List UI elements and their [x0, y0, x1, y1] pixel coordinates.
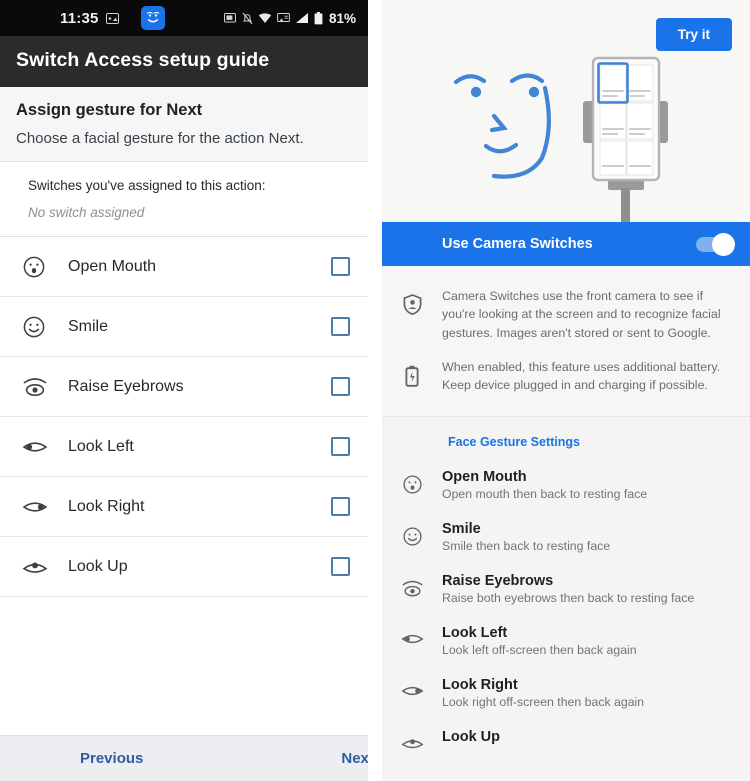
status-bar: 11:35 81% [0, 0, 368, 36]
setting-title: Smile [442, 520, 481, 537]
info-row-battery: When enabled, this feature uses addition… [382, 351, 728, 404]
assigned-switches-value: No switch assigned [28, 205, 145, 220]
setting-body: Raise Eyebrows Raise both eyebrows then … [442, 573, 730, 605]
hero-illustration-area: Try it [382, 0, 750, 222]
info-row-privacy: Camera Switches use the front camera to … [382, 280, 728, 351]
right-settings-panel: Try it Use Camera Switches Camera Switch… [382, 0, 750, 781]
setting-desc: Open mouth then back to resting face [442, 486, 648, 501]
use-camera-switches-label: Use Camera Switches [442, 236, 593, 252]
info-text: When enabled, this feature uses addition… [442, 360, 721, 393]
look-left-eye-icon [382, 625, 442, 648]
raise-eyebrows-eye-icon [22, 375, 56, 399]
section-title: Assign gesture for Next [16, 101, 203, 119]
setting-body: Look Up [442, 729, 730, 747]
next-button[interactable]: Next [331, 744, 368, 773]
signal-icon [295, 12, 309, 24]
smile-face-icon [22, 315, 56, 339]
status-bar-left: 11:35 [12, 10, 119, 27]
toggle-knob [712, 232, 735, 256]
gesture-checkbox[interactable] [331, 377, 350, 396]
left-phone-panel: 11:35 81% Switch Access setup guide Assi… [0, 0, 368, 781]
gesture-label: Look Up [68, 557, 128, 575]
dual-panel-screenshot: 11:35 81% Switch Access setup guide Assi… [0, 0, 750, 781]
face-gesture-settings-section: Face Gesture Settings Open Mouth Open mo… [382, 416, 750, 781]
gesture-list: Open Mouth Smile Raise Eyebrows Look Lef… [0, 237, 368, 735]
look-right-eye-icon [382, 677, 442, 700]
gesture-row-raise-eyebrows[interactable]: Raise Eyebrows [0, 357, 368, 417]
setting-row-look-up[interactable]: Look Up [382, 719, 750, 762]
face-gesture-settings-title: Face Gesture Settings [448, 434, 580, 449]
use-camera-switches-row[interactable]: Use Camera Switches [382, 222, 750, 266]
notifications-off-icon [242, 12, 253, 25]
setting-title: Look Left [442, 624, 508, 641]
gesture-checkbox[interactable] [331, 557, 350, 576]
info-text: Camera Switches use the front camera to … [442, 289, 721, 340]
setting-row-look-left[interactable]: Look Left Look left off-screen then back… [382, 615, 750, 667]
battery-icon [314, 11, 323, 25]
gesture-checkbox[interactable] [331, 497, 350, 516]
message-icon [105, 12, 119, 24]
setting-row-look-right[interactable]: Look Right Look right off-screen then ba… [382, 667, 750, 719]
setting-desc: Smile then back to resting face [442, 538, 611, 553]
open-mouth-face-icon [22, 255, 56, 279]
setting-row-smile[interactable]: Smile Smile then back to resting face [382, 511, 750, 563]
gesture-checkbox[interactable] [331, 317, 350, 336]
panel-divider [368, 0, 382, 781]
gesture-checkbox[interactable] [331, 257, 350, 276]
setting-body: Look Left Look left off-screen then back… [442, 625, 730, 657]
battery-percentage: 81% [328, 10, 356, 26]
gesture-label: Look Right [68, 497, 145, 515]
look-up-eye-icon [22, 557, 56, 577]
page-title: Switch Access setup guide [16, 49, 270, 71]
wizard-bottom-bar: Previous Next [0, 735, 368, 781]
info-block: Camera Switches use the front camera to … [382, 266, 750, 417]
face-chip-icon [140, 6, 165, 30]
status-bar-time: 11:35 [60, 9, 99, 27]
section-subtitle: Choose a facial gesture for the action N… [16, 130, 304, 147]
screenshot-icon [223, 12, 237, 24]
look-up-eye-icon [382, 729, 442, 752]
section-header: Assign gesture for Next Choose a facial … [0, 87, 368, 162]
setting-title: Open Mouth [442, 468, 527, 485]
privacy-shield-icon [382, 287, 442, 315]
raise-eyebrows-eye-icon [382, 573, 442, 599]
gesture-row-look-right[interactable]: Look Right [0, 477, 368, 537]
setting-title: Look Right [442, 676, 518, 693]
gesture-label: Smile [68, 317, 109, 335]
setting-body: Smile Smile then back to resting face [442, 521, 730, 553]
look-right-eye-icon [22, 497, 56, 517]
open-mouth-face-icon [382, 469, 442, 495]
smile-face-icon [382, 521, 442, 547]
wifi-icon [258, 12, 272, 24]
setting-title: Look Up [442, 728, 500, 745]
gesture-row-look-left[interactable]: Look Left [0, 417, 368, 477]
app-bar: Switch Access setup guide [0, 36, 368, 87]
setting-body: Open Mouth Open mouth then back to resti… [442, 469, 730, 501]
setting-title: Raise Eyebrows [442, 572, 554, 589]
cast-icon [277, 12, 290, 24]
gesture-row-look-up[interactable]: Look Up [0, 537, 368, 597]
setting-desc: Raise both eyebrows then back to resting… [442, 590, 695, 605]
setting-row-raise-eyebrows[interactable]: Raise Eyebrows Raise both eyebrows then … [382, 563, 750, 615]
previous-button[interactable]: Previous [70, 744, 153, 773]
gesture-label: Raise Eyebrows [68, 377, 184, 395]
setting-desc: Look right off-screen then back again [442, 694, 645, 709]
gesture-label: Open Mouth [68, 257, 157, 275]
setting-desc: Look left off-screen then back again [442, 642, 637, 657]
status-bar-right: 81% [223, 10, 356, 26]
assigned-switches-block: Switches you've assigned to this action:… [0, 162, 368, 237]
try-it-button[interactable]: Try it [655, 18, 732, 51]
setting-row-open-mouth[interactable]: Open Mouth Open mouth then back to resti… [382, 459, 750, 511]
assigned-switches-label: Switches you've assigned to this action: [28, 178, 266, 193]
gesture-row-open-mouth[interactable]: Open Mouth [0, 237, 368, 297]
use-camera-switches-toggle[interactable] [696, 232, 735, 256]
gesture-label: Look Left [68, 437, 134, 455]
battery-icon [382, 358, 442, 387]
look-left-eye-icon [22, 437, 56, 457]
status-bar-center [119, 6, 224, 30]
gesture-row-smile[interactable]: Smile [0, 297, 368, 357]
gesture-checkbox[interactable] [331, 437, 350, 456]
setting-body: Look Right Look right off-screen then ba… [442, 677, 730, 709]
